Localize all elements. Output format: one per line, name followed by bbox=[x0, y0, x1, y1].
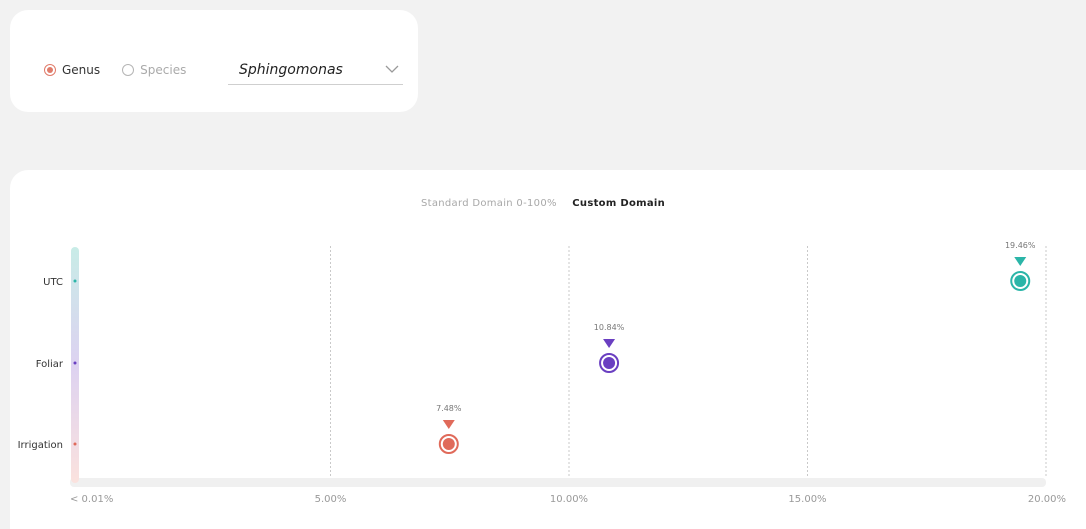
value-label: 10.84% bbox=[594, 323, 625, 332]
data-point bbox=[442, 438, 455, 450]
dot-plot: UTC Foliar Irrigation 19.46% 10.84% 7.48% < … bbox=[18, 241, 1066, 505]
x-tick-label: 20.00% bbox=[1028, 494, 1066, 505]
category-dot bbox=[73, 442, 77, 446]
value-marker-triangle bbox=[442, 420, 455, 429]
category-label: Foliar bbox=[36, 359, 64, 370]
x-tick-label: 10.00% bbox=[550, 494, 588, 505]
data-point bbox=[603, 357, 616, 369]
value-label: 7.48% bbox=[436, 404, 462, 413]
x-tick-label: < 0.01% bbox=[70, 494, 113, 505]
x-axis-bar bbox=[70, 478, 1046, 487]
value-marker-triangle bbox=[1014, 257, 1027, 266]
x-tick-label: 15.00% bbox=[788, 494, 826, 505]
category-dot bbox=[73, 279, 77, 283]
x-tick-label: 5.00% bbox=[315, 494, 347, 505]
value-marker-triangle bbox=[603, 339, 616, 348]
category-dot bbox=[73, 361, 77, 365]
category-label: UTC bbox=[43, 277, 63, 288]
value-label: 19.46% bbox=[1005, 241, 1036, 250]
data-point bbox=[1014, 275, 1027, 287]
category-label: Irrigation bbox=[18, 440, 63, 451]
